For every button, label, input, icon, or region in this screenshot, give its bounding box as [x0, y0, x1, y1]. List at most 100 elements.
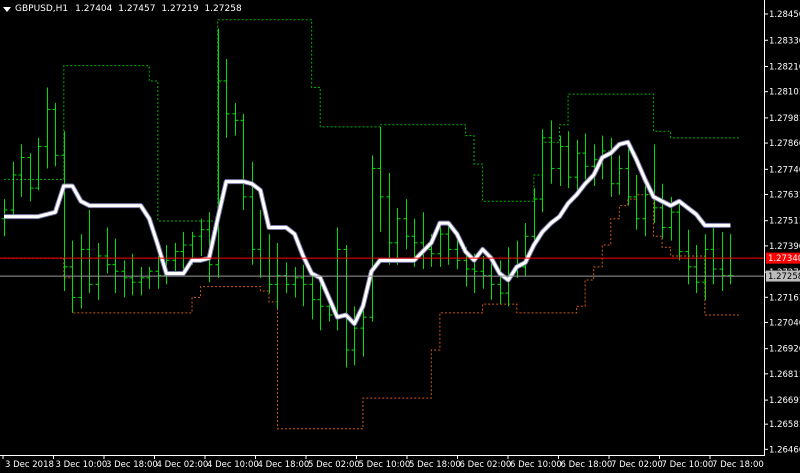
ohlc-bar: [249, 161, 256, 265]
ohlc-bar: [146, 266, 153, 289]
ohlc-bar: [557, 135, 564, 186]
time-label: 6 Dec 18:00: [561, 460, 613, 470]
ohlc-bar: [138, 266, 145, 296]
ohlc-bar: [719, 231, 726, 291]
bar-layer: [1, 28, 734, 368]
ohlc-bar: [35, 137, 42, 191]
ohlc-bar: [548, 120, 555, 184]
time-axis[interactable]: 3 Dec 2018 3 Dec 10:003 Dec 18:004 Dec 02…: [2, 455, 764, 470]
dropdown-triangle-icon[interactable]: [3, 6, 11, 12]
ohlc-bar: [403, 199, 410, 250]
price-label: 1.28101: [769, 88, 800, 98]
price-label: 1.28216: [769, 63, 800, 73]
ohlc-bar: [531, 188, 538, 243]
ohlc-bar: [343, 245, 350, 368]
ohlc-bar: [309, 275, 316, 320]
ohlc-bar: [95, 242, 102, 300]
ohlc-bar: [18, 144, 25, 197]
time-label: 7 Dec 02:00: [611, 460, 663, 470]
time-label: 5 Dec 10:00: [359, 460, 411, 470]
ohlc-bar: [266, 234, 273, 294]
price-label: 1.28336: [769, 36, 800, 46]
ohlc-bar: [283, 262, 290, 294]
ohlc-bar: [292, 266, 299, 298]
chart-title-bar[interactable]: GBPUSD,H1 1.27404 1.27457 1.27219 1.2725…: [3, 2, 242, 16]
lower-band-line: [4, 194, 739, 430]
ohlc-bar: [257, 210, 264, 278]
ohlc-bar: [377, 126, 384, 232]
ohlc-bar: [693, 245, 700, 294]
ohlc-bar: [223, 59, 230, 138]
time-label: 7 Dec 10:00: [662, 460, 714, 470]
time-label: 3 Dec 18:00: [106, 460, 158, 470]
ohlc-bar: [522, 223, 529, 276]
ohlc-bar: [52, 102, 59, 167]
ohlc-bar: [27, 153, 34, 202]
price-label: 1.27981: [769, 114, 800, 124]
ohlc-bar: [61, 131, 68, 291]
symbol-label: GBPUSD,H1: [15, 4, 69, 14]
time-label: 7 Dec 18:00: [712, 460, 764, 470]
high-value: 1.27457: [118, 4, 156, 14]
ohlc-bar: [488, 262, 495, 300]
ohlc-bar: [625, 146, 632, 206]
price-label: 1.26581: [769, 420, 800, 430]
ohlc-bar: [710, 225, 717, 285]
ohlc-bar: [420, 212, 427, 270]
time-label: 5 Dec 02:00: [308, 460, 360, 470]
ohlc-bar: [386, 172, 393, 265]
price-label: 1.28456: [769, 10, 800, 20]
midline-shadow: [4, 139, 731, 327]
time-label: 3 Dec 10:00: [56, 460, 108, 470]
ohlc-bar: [565, 131, 572, 189]
ohlc-bar: [300, 264, 307, 307]
ohlc-bar: [480, 255, 487, 289]
ohlc-bar: [121, 260, 128, 298]
ohlc-bar: [172, 242, 179, 276]
price-chart[interactable]: 1.28456 1.28336 1.28216 1.28101 1.27981 1.278…: [0, 0, 800, 473]
ohlc-bar: [616, 155, 623, 195]
time-label: 4 Dec 10:00: [207, 460, 259, 470]
ohlc-bar: [608, 137, 615, 197]
price-label: 1.27746: [769, 165, 800, 175]
time-label: 6 Dec 10:00: [510, 460, 562, 470]
price-label: 1.27396: [769, 242, 800, 252]
ohlc-bar: [180, 231, 187, 272]
ohlc-bar: [10, 161, 17, 219]
ohlc-bar: [78, 234, 85, 309]
time-label: 6 Dec 02:00: [460, 460, 512, 470]
ohlc-bar: [104, 227, 111, 274]
ohlc-bar: [198, 218, 205, 256]
ohlc-bar: [539, 129, 546, 213]
ask-price-badge-text: 1.27340: [768, 254, 800, 264]
ohlc-bar: [659, 183, 666, 239]
bid-price-badge-text: 1.27258: [768, 272, 800, 282]
price-label: 1.26466: [769, 445, 800, 455]
ohlc-bar: [394, 207, 401, 265]
chart-window[interactable]: 1.28456 1.28336 1.28216 1.28101 1.27981 1.278…: [0, 0, 800, 473]
price-label: 1.26811: [769, 370, 800, 380]
ohlc-bar: [574, 140, 581, 193]
ohlc-bar: [360, 308, 367, 357]
ohlc-bar: [215, 28, 222, 278]
low-value: 1.27219: [161, 4, 199, 14]
time-label: 5 Dec 18:00: [409, 460, 461, 470]
price-label: 1.27161: [769, 293, 800, 303]
price-label: 1.27046: [769, 318, 800, 328]
ohlc-bar: [651, 144, 658, 224]
midline-layer: [4, 139, 731, 327]
time-label: 4 Dec 18:00: [258, 460, 310, 470]
band-layer: [4, 19, 739, 430]
ohlc-bar: [369, 155, 376, 322]
close-value: 1.27258: [204, 4, 242, 14]
time-label: 4 Dec 02:00: [157, 460, 209, 470]
ohlc-readout: 1.27404 1.27457 1.27219 1.27258: [72, 4, 242, 14]
open-value: 1.27404: [75, 4, 113, 14]
ohlc-bar: [633, 175, 640, 230]
price-label: 1.27511: [769, 217, 800, 227]
ohlc-bar: [702, 234, 709, 300]
time-label: 3 Dec 2018: [5, 460, 54, 470]
price-label: 1.27866: [769, 139, 800, 149]
ohlc-bar: [44, 87, 51, 169]
price-axis[interactable]: 1.28456 1.28336 1.28216 1.28101 1.27981 1.278…: [764, 10, 800, 455]
